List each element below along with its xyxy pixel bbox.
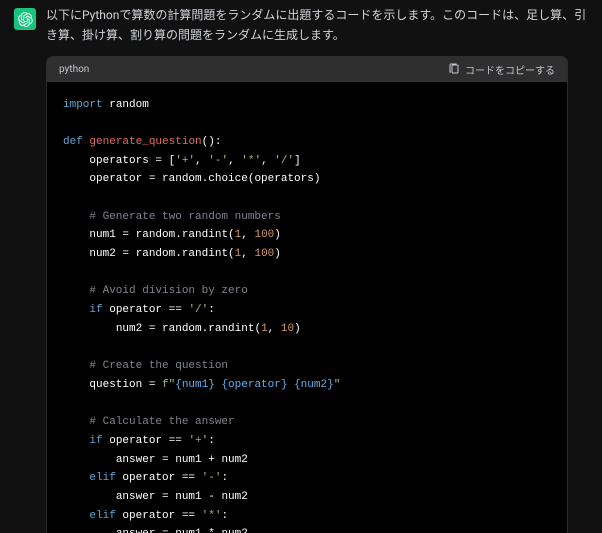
copy-code-button[interactable]: コードをコピーする (448, 62, 555, 77)
code-content[interactable]: import random def generate_question(): o… (47, 82, 567, 533)
copy-code-label: コードをコピーする (465, 62, 555, 77)
code-block: python コードをコピーする import random def gener… (46, 56, 568, 533)
assistant-message: 以下にPythonで算数の計算問題をランダムに出題するコードを示します。このコー… (36, 6, 588, 46)
clipboard-icon (448, 63, 460, 75)
assistant-avatar (14, 8, 36, 30)
code-language-label: python (59, 64, 89, 75)
code-header: python コードをコピーする (47, 57, 567, 82)
openai-logo-icon (18, 12, 33, 27)
